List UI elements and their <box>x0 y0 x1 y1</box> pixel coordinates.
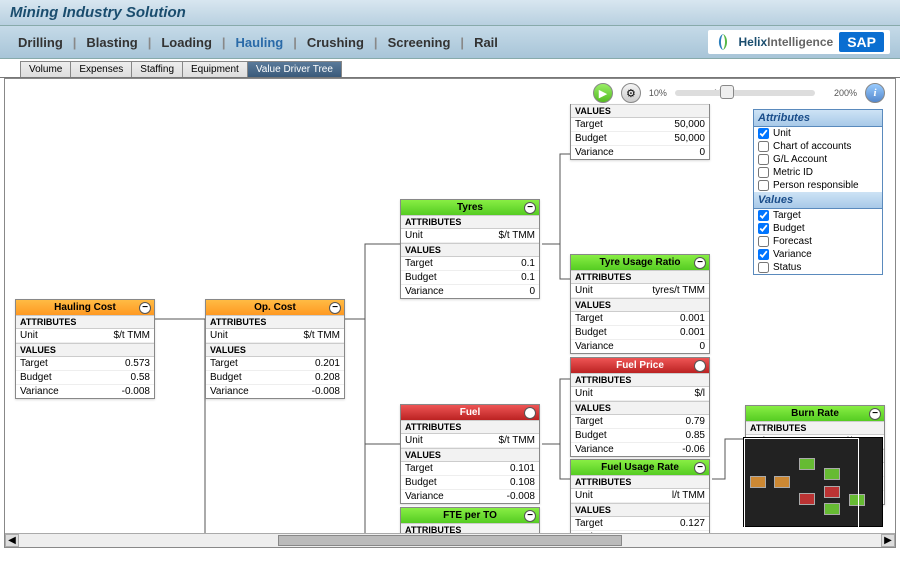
node-values-only[interactable]: VALUES Target50,000 Budget50,000 Varianc… <box>570 104 710 160</box>
node-title: Hauling Cost <box>54 302 116 313</box>
collapse-icon[interactable]: − <box>694 257 706 269</box>
node-title: Tyre Usage Ratio <box>600 257 681 268</box>
nav-hauling[interactable]: Hauling <box>228 35 292 50</box>
chk-target[interactable]: Target <box>754 209 882 222</box>
collapse-icon[interactable]: − <box>869 408 881 420</box>
collapse-icon[interactable]: − <box>139 302 151 314</box>
filter-panel: Attributes Unit Chart of accounts G/L Ac… <box>753 109 883 275</box>
collapse-icon[interactable]: − <box>694 360 706 372</box>
node-title: FTE per TO <box>443 510 497 521</box>
node-title: Tyres <box>457 202 483 213</box>
sap-logo: SAP <box>839 32 884 52</box>
brand-block: HelixIntelligence SAP <box>708 30 890 54</box>
collapse-icon[interactable]: − <box>694 462 706 474</box>
scroll-left-icon[interactable]: ◀ <box>5 534 19 547</box>
collapse-icon[interactable]: − <box>524 407 536 419</box>
chk-budget[interactable]: Budget <box>754 222 882 235</box>
scroll-right-icon[interactable]: ▶ <box>881 534 895 547</box>
h-scrollbar[interactable]: ◀ ▶ <box>5 533 895 547</box>
chk-chart-of-accounts[interactable]: Chart of accounts <box>754 140 882 153</box>
node-fuel-price[interactable]: Fuel Price− ATTRIBUTES Unit$/l VALUES Ta… <box>570 357 710 457</box>
chk-variance[interactable]: Variance <box>754 248 882 261</box>
tab-expenses[interactable]: Expenses <box>70 61 132 77</box>
collapse-icon[interactable]: − <box>524 510 536 522</box>
node-title: Op. Cost <box>254 302 296 313</box>
tab-staffing[interactable]: Staffing <box>131 61 183 77</box>
tab-value-driver-tree[interactable]: Value Driver Tree <box>247 61 342 77</box>
node-hauling-cost[interactable]: Hauling Cost− ATTRIBUTES Unit$/t TMM VAL… <box>15 299 155 399</box>
chk-unit[interactable]: Unit <box>754 127 882 140</box>
node-title: Fuel <box>460 407 481 418</box>
node-title: Fuel Price <box>616 360 664 371</box>
collapse-icon[interactable]: − <box>524 202 536 214</box>
node-tyre-usage-ratio[interactable]: Tyre Usage Ratio− ATTRIBUTES Unittyres/t… <box>570 254 710 354</box>
info-icon[interactable]: i <box>865 83 885 103</box>
node-op-cost[interactable]: Op. Cost− ATTRIBUTES Unit$/t TMM VALUES … <box>205 299 345 399</box>
chk-metric-id[interactable]: Metric ID <box>754 166 882 179</box>
panel-header-values: Values <box>754 192 882 209</box>
nav-screening[interactable]: Screening <box>380 35 459 50</box>
chk-forecast[interactable]: Forecast <box>754 235 882 248</box>
main-nav: Drilling| Blasting| Loading| Hauling| Cr… <box>0 26 900 59</box>
node-fuel[interactable]: Fuel− ATTRIBUTES Unit$/t TMM VALUES Targ… <box>400 404 540 504</box>
zoom-handle[interactable] <box>720 85 734 99</box>
chk-status[interactable]: Status <box>754 261 882 274</box>
canvas-toolbar: ▶ ⚙ 10% 100% 200% i <box>593 83 885 103</box>
chk-gl-account[interactable]: G/L Account <box>754 153 882 166</box>
refresh-icon[interactable]: ▶ <box>593 83 613 103</box>
zoom-min-label: 10% <box>649 88 667 98</box>
zoom-max-label: 200% <box>834 88 857 98</box>
node-title: Fuel Usage Rate <box>601 462 679 473</box>
panel-header-attributes: Attributes <box>754 110 882 127</box>
node-tyres[interactable]: Tyres− ATTRIBUTES Unit$/t TMM VALUES Tar… <box>400 199 540 299</box>
chk-person-responsible[interactable]: Person responsible <box>754 179 882 192</box>
tab-volume[interactable]: Volume <box>20 61 71 77</box>
helix-logo-icon <box>714 33 732 51</box>
collapse-icon[interactable]: − <box>329 302 341 314</box>
sub-tabs: Volume Expenses Staffing Equipment Value… <box>0 59 900 78</box>
zoom-slider[interactable] <box>675 90 815 96</box>
nav-drilling[interactable]: Drilling <box>10 35 71 50</box>
minimap[interactable] <box>743 437 883 527</box>
app-title: Mining Industry Solution <box>0 0 900 26</box>
nav-crushing[interactable]: Crushing <box>299 35 372 50</box>
nav-blasting[interactable]: Blasting <box>78 35 145 50</box>
nav-rail[interactable]: Rail <box>466 35 506 50</box>
globe-icon[interactable]: ⚙ <box>621 83 641 103</box>
tab-equipment[interactable]: Equipment <box>182 61 248 77</box>
nav-loading[interactable]: Loading <box>153 35 220 50</box>
node-title: Burn Rate <box>791 408 839 419</box>
canvas[interactable]: ▶ ⚙ 10% 100% 200% i Hauling Cost− ATTRIB… <box>4 78 896 548</box>
h-scroll-thumb[interactable] <box>278 535 623 546</box>
